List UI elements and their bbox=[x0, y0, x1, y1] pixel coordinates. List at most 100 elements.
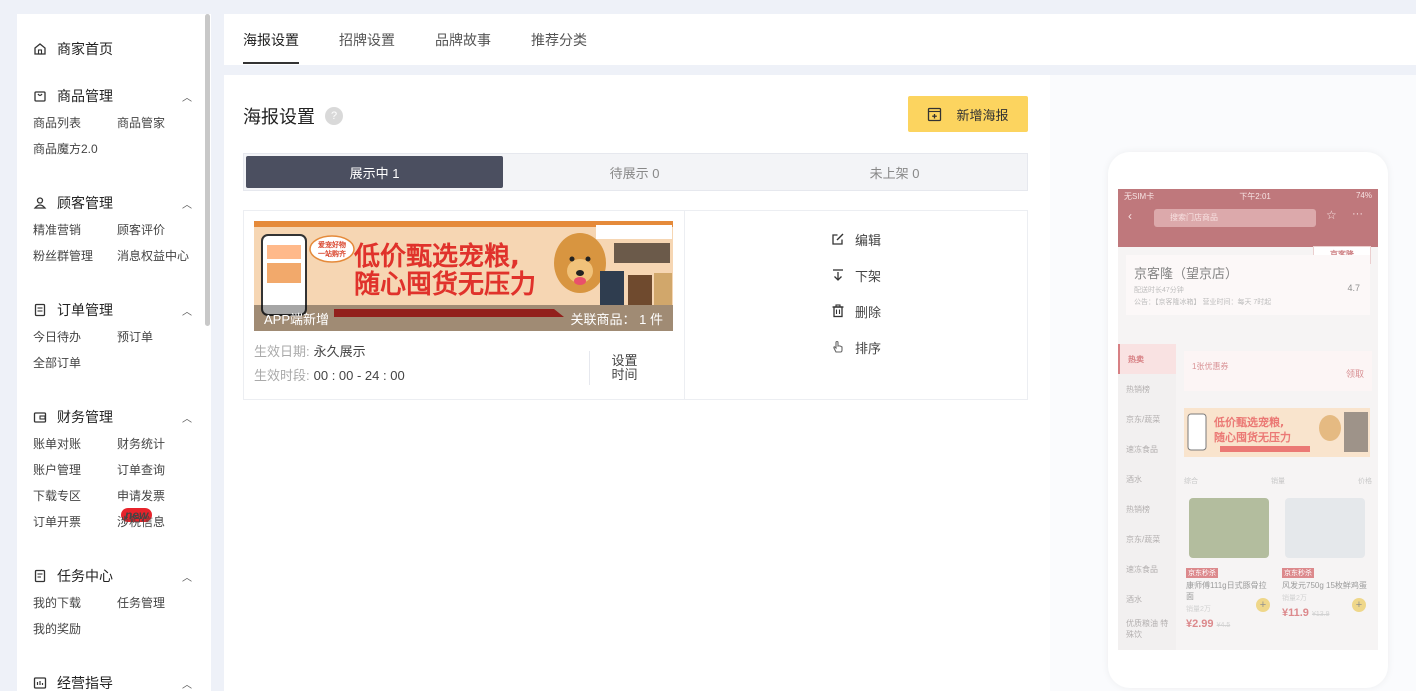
sidebar: 商家首页 商品管理 ︿ 商品列表 商品管家 商品魔方2.0 顾客管理 ︿ 精准营… bbox=[17, 14, 211, 691]
chevron-up-icon[interactable]: ︿ bbox=[181, 196, 193, 211]
svg-text:爱宠好物: 爱宠好物 bbox=[318, 240, 346, 249]
sidebar-item-bill-reconcile[interactable]: 账单对账 bbox=[33, 435, 117, 453]
segment-offline[interactable]: 未上架 0 bbox=[766, 156, 1023, 188]
sidebar-item-order-invoice[interactable]: 订单开票 new bbox=[33, 508, 153, 531]
tab-brand-story[interactable]: 品牌故事 bbox=[435, 30, 491, 50]
phone-dim-overlay bbox=[1118, 189, 1378, 650]
sidebar-item-order-query[interactable]: 订单查询 bbox=[117, 461, 201, 479]
segment-showing[interactable]: 展示中 1 bbox=[246, 156, 503, 188]
sidebar-item-product-list[interactable]: 商品列表 bbox=[33, 114, 117, 132]
effective-date-label: 生效日期: bbox=[254, 344, 310, 359]
chart-icon bbox=[33, 676, 47, 690]
sidebar-head-tasks[interactable]: 任务中心 ︿ bbox=[33, 566, 193, 586]
banner-source-label: APP端新增 bbox=[264, 311, 330, 327]
sidebar-item-my-downloads[interactable]: 我的下载 bbox=[33, 594, 117, 612]
sidebar-item-all-orders[interactable]: 全部订单 bbox=[33, 354, 117, 372]
edit-icon bbox=[832, 233, 844, 245]
sidebar-head-customers[interactable]: 顾客管理 ︿ bbox=[33, 193, 193, 213]
sidebar-section-customers: 顾客管理 ︿ 精准营销 顾客评价 粉丝群管理 消息权益中心 bbox=[33, 193, 193, 265]
effective-time-label: 生效时段: bbox=[254, 368, 310, 383]
chevron-up-icon[interactable]: ︿ bbox=[181, 410, 193, 425]
sidebar-section-guide: 经营指导 ︿ bbox=[33, 673, 193, 691]
poster-banner-image: 爱宠好物 一站购齐 低价甄选宠粮, 随心囤货无压力 APP端新增 关联商品： 1… bbox=[254, 221, 673, 331]
effective-date-value: 永久展示 bbox=[313, 344, 366, 359]
page-title: 海报设置 ? bbox=[243, 103, 343, 129]
sidebar-item-product-manager[interactable]: 商品管家 bbox=[117, 114, 201, 132]
sidebar-section-orders: 订单管理 ︿ 今日待办 预订单 全部订单 bbox=[33, 300, 193, 372]
sidebar-scrollbar[interactable] bbox=[205, 14, 210, 326]
sidebar-head-products[interactable]: 商品管理 ︿ bbox=[33, 86, 193, 106]
add-poster-button[interactable]: 新增海报 bbox=[908, 96, 1028, 132]
sort-button[interactable]: 排序 bbox=[831, 338, 881, 356]
sidebar-item-order-invoice-label: 订单开票 bbox=[33, 515, 82, 529]
segment-pending[interactable]: 待展示 0 bbox=[506, 156, 763, 188]
status-segment-control: 展示中 1 待展示 0 未上架 0 bbox=[243, 153, 1028, 191]
poster-card: 爱宠好物 一站购齐 低价甄选宠粮, 随心囤货无压力 APP端新增 关联商品： 1… bbox=[243, 210, 1028, 400]
sidebar-section-products: 商品管理 ︿ 商品列表 商品管家 商品魔方2.0 bbox=[33, 86, 193, 158]
phone-preview: 无SIM卡 下午2:01 74% ‹ 搜索门店商品 ☆ ··· 京客隆 京客隆（… bbox=[1108, 152, 1388, 688]
bag-icon bbox=[33, 89, 47, 103]
svg-text:一站购齐: 一站购齐 bbox=[318, 249, 347, 258]
sidebar-item-account-manage[interactable]: 账户管理 bbox=[33, 461, 117, 479]
sidebar-head-orders[interactable]: 订单管理 ︿ bbox=[33, 300, 193, 320]
tab-poster-settings[interactable]: 海报设置 bbox=[243, 30, 299, 50]
hand-pointer-icon bbox=[833, 340, 843, 353]
tab-signboard-settings[interactable]: 招牌设置 bbox=[339, 30, 395, 50]
sidebar-item-fan-groups[interactable]: 粉丝群管理 bbox=[33, 247, 117, 265]
sidebar-item-today-todo[interactable]: 今日待办 bbox=[33, 328, 117, 346]
help-icon[interactable]: ? bbox=[325, 107, 343, 125]
sidebar-item-product-magic[interactable]: 商品魔方2.0 bbox=[33, 140, 117, 158]
sidebar-item-my-rewards[interactable]: 我的奖励 bbox=[33, 620, 117, 638]
sidebar-item-precise-marketing[interactable]: 精准营销 bbox=[33, 221, 117, 239]
sidebar-section-title: 顾客管理 bbox=[57, 195, 113, 211]
unlist-label: 下架 bbox=[855, 268, 882, 284]
download-arrow-icon bbox=[833, 269, 843, 281]
delete-label: 删除 bbox=[855, 304, 882, 320]
add-poster-label: 新增海报 bbox=[956, 107, 1009, 123]
delete-button[interactable]: 删除 bbox=[831, 302, 881, 320]
effective-time-row: 生效时段: 00 : 00 - 24 : 00 bbox=[254, 365, 405, 384]
sidebar-head-finance[interactable]: 财务管理 ︿ bbox=[33, 407, 193, 427]
sidebar-section-title: 商品管理 bbox=[57, 88, 113, 104]
effective-time-value: 00 : 00 - 24 : 00 bbox=[313, 368, 405, 383]
tab-recommended-categories[interactable]: 推荐分类 bbox=[531, 30, 587, 50]
sidebar-section-title: 经营指导 bbox=[57, 675, 113, 691]
banner-overlay: APP端新增 关联商品： 1 件 bbox=[254, 305, 673, 331]
wallet-icon bbox=[33, 410, 47, 424]
banner-headline-1: 低价甄选宠粮, bbox=[353, 241, 520, 272]
sidebar-section-finance: 财务管理 ︿ 账单对账 财务统计 账户管理 订单查询 下载专区 申请发票 订单开… bbox=[33, 407, 193, 531]
chevron-up-icon[interactable]: ︿ bbox=[181, 303, 193, 318]
edit-label: 编辑 bbox=[855, 232, 882, 248]
sidebar-item-tax-info[interactable]: 涉税信息 bbox=[117, 513, 201, 531]
sidebar-item-task-manage[interactable]: 任务管理 bbox=[117, 594, 201, 612]
chevron-up-icon[interactable]: ︿ bbox=[181, 569, 193, 584]
edit-button[interactable]: 编辑 bbox=[831, 230, 881, 248]
sidebar-item-reviews[interactable]: 顾客评价 bbox=[117, 221, 201, 239]
sidebar-head-guide[interactable]: 经营指导 ︿ bbox=[33, 673, 193, 691]
chevron-up-icon[interactable]: ︿ bbox=[181, 676, 193, 691]
effective-date-row: 生效日期: 永久展示 bbox=[254, 341, 366, 360]
set-time-label: 设置时间 bbox=[611, 353, 638, 382]
sidebar-item-apply-invoice[interactable]: 申请发票 bbox=[117, 487, 201, 505]
sort-label: 排序 bbox=[855, 340, 882, 356]
phone-screen: 无SIM卡 下午2:01 74% ‹ 搜索门店商品 ☆ ··· 京客隆 京客隆（… bbox=[1118, 189, 1378, 650]
sidebar-item-preorders[interactable]: 预订单 bbox=[117, 328, 201, 346]
sidebar-item-finance-stats[interactable]: 财务统计 bbox=[117, 435, 201, 453]
home-icon bbox=[33, 42, 47, 56]
sidebar-item-message-center[interactable]: 消息权益中心 bbox=[117, 247, 201, 265]
add-file-icon bbox=[928, 107, 942, 121]
set-time-button[interactable]: 设置时间 bbox=[589, 351, 659, 385]
tab-bar: 海报设置 招牌设置 品牌故事 推荐分类 bbox=[224, 14, 1416, 65]
active-tab-indicator bbox=[243, 62, 299, 64]
trash-icon bbox=[832, 304, 844, 318]
sidebar-item-home[interactable]: 商家首页 bbox=[33, 39, 113, 59]
unlist-button[interactable]: 下架 bbox=[831, 266, 881, 284]
banner-headline-2: 随心囤货无压力 bbox=[354, 269, 536, 300]
chevron-up-icon[interactable]: ︿ bbox=[181, 89, 193, 104]
sidebar-section-title: 订单管理 bbox=[57, 302, 113, 318]
sidebar-home-label: 商家首页 bbox=[57, 41, 113, 57]
page-title-text: 海报设置 bbox=[243, 107, 315, 127]
task-icon bbox=[33, 569, 47, 583]
user-icon bbox=[33, 196, 47, 210]
sidebar-item-download-zone[interactable]: 下载专区 bbox=[33, 487, 117, 505]
